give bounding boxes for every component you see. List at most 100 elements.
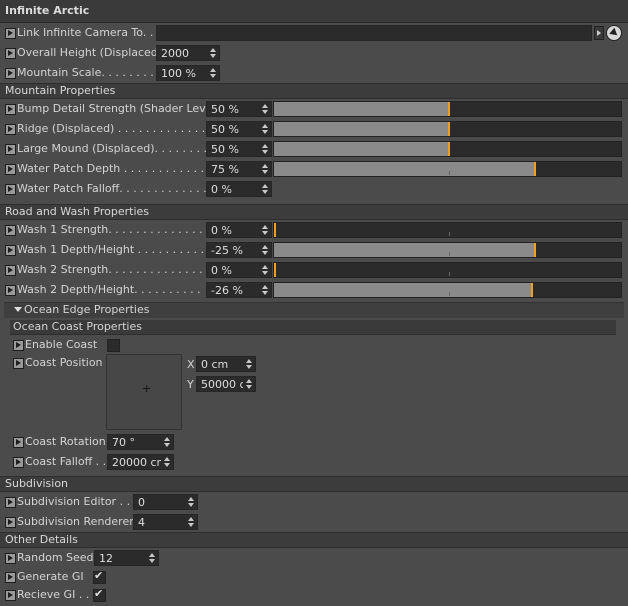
mountain-row: Bump Detail Strength (Shader Level) 50 % [0,100,628,118]
generate-gi-checkbox[interactable] [93,569,106,584]
recieve-gi-checkbox[interactable] [93,587,106,602]
spin-arrows-icon[interactable] [210,48,216,58]
coast-y-field[interactable]: 50000 cm [196,376,256,392]
animate-key-icon[interactable] [5,265,16,276]
overall-height-label: Overall Height (Displaced) [17,46,163,59]
animate-key-icon[interactable] [5,285,16,296]
animate-key-icon[interactable] [13,437,24,448]
mountain-value-field[interactable]: 50 % [206,141,272,157]
spin-arrows-icon[interactable] [164,457,170,467]
coast-x-field[interactable]: 0 cm [196,356,256,372]
spin-arrows-icon[interactable] [164,437,170,447]
ocean-edge-group-header[interactable]: Ocean Edge Properties [4,302,624,318]
road-row: Wash 2 Depth/Height. . . . . . . . . . -2… [0,281,628,299]
slider-handle[interactable] [448,142,450,156]
slider-handle[interactable] [534,162,536,176]
spin-arrows-icon[interactable] [262,104,268,114]
animate-key-icon[interactable] [5,225,16,236]
overall-height-row: Overall Height (Displaced) 2000 [0,44,628,62]
coast-falloff-field[interactable]: 20000 cm [107,454,174,470]
animate-key-icon[interactable] [13,340,24,351]
road-slider[interactable] [273,262,622,278]
mountain-slider[interactable] [273,101,622,117]
spin-arrows-icon[interactable] [262,184,268,194]
road-slider[interactable] [273,282,622,298]
animate-key-icon[interactable] [5,572,16,583]
animate-key-icon[interactable] [5,245,16,256]
mountain-slider[interactable] [273,141,622,157]
coast-rotation-field[interactable]: 70 ° [107,434,174,450]
spin-arrows-icon[interactable] [262,285,268,295]
mountain-value-field[interactable]: 50 % [206,101,272,117]
spin-arrows-icon[interactable] [188,517,194,527]
slider-midpoint-tick [449,232,450,236]
section-mountain-properties: Mountain Properties [0,83,628,99]
recieve-gi-label: Recieve GI . . . [17,588,97,601]
spin-arrows-icon[interactable] [149,553,155,563]
mountain-slider[interactable] [273,121,622,137]
link-camera-label: Link Infinite Camera To. . . [17,26,161,39]
animate-key-icon[interactable] [5,553,16,564]
enable-coast-checkbox[interactable] [107,339,120,352]
animate-key-icon[interactable] [5,164,16,175]
spin-arrows-icon[interactable] [246,359,252,369]
mountain-value-field[interactable]: 75 % [206,161,272,177]
spin-arrows-icon[interactable] [262,265,268,275]
link-menu-arrow-button[interactable] [594,26,604,40]
subdivision-renderer-field[interactable]: 4 [133,514,198,530]
slider-handle[interactable] [274,223,276,237]
slider-handle[interactable] [531,283,533,297]
road-value-field[interactable]: -26 % [206,282,272,298]
coast-rotation-label: Coast Rotation [25,435,106,448]
animate-key-icon[interactable] [5,124,16,135]
spin-arrows-icon[interactable] [262,225,268,235]
animate-key-icon[interactable] [13,457,24,468]
subdivision-editor-field[interactable]: 0 [133,494,198,510]
road-slider[interactable] [273,222,622,238]
enable-coast-label: Enable Coast [25,338,98,351]
slider-handle[interactable] [274,263,276,277]
spin-arrows-icon[interactable] [188,497,194,507]
overall-height-field[interactable]: 2000 [156,45,220,61]
animate-key-icon[interactable] [5,144,16,155]
slider-handle[interactable] [448,122,450,136]
road-slider[interactable] [273,242,622,258]
spin-arrows-icon[interactable] [262,164,268,174]
animate-key-icon[interactable] [5,517,16,528]
pick-object-button[interactable] [606,25,622,41]
animate-key-icon[interactable] [5,28,16,39]
animate-key-icon[interactable] [5,590,16,601]
animate-key-icon[interactable] [5,497,16,508]
mountain-slider[interactable] [273,161,622,177]
animate-key-icon[interactable] [5,184,16,195]
mountain-label: Water Patch Depth . . . . . . . . . . . … [17,162,212,175]
animate-key-icon[interactable] [13,358,24,369]
road-value-field[interactable]: 0 % [206,262,272,278]
animate-key-icon[interactable] [5,104,16,115]
slider-fill [274,142,448,156]
mountain-value-field[interactable]: 0 % [206,181,272,197]
road-label: Wash 1 Strength. . . . . . . . . . . . .… [17,223,210,236]
position-marker: + [142,382,152,395]
spin-arrows-icon[interactable] [262,144,268,154]
link-camera-field[interactable] [156,25,592,41]
animate-key-icon[interactable] [5,68,16,79]
section-subdivision: Subdivision [0,476,628,492]
spin-arrows-icon[interactable] [246,379,252,389]
chevron-right-icon [597,30,601,36]
coast-position-row: Coast Position [0,354,628,372]
road-value-field[interactable]: 0 % [206,222,272,238]
road-value-field[interactable]: -25 % [206,242,272,258]
spin-arrows-icon[interactable] [262,245,268,255]
animate-key-icon[interactable] [5,48,16,59]
random-seed-field[interactable]: 12 [94,550,159,566]
coast-rotation-row: Coast Rotation 70 ° [0,433,628,451]
mountain-value-field[interactable]: 50 % [206,121,272,137]
mountain-scale-field[interactable]: 100 % [156,65,220,81]
ocean-coast-subheader: Ocean Coast Properties [10,320,616,335]
coast-position-pad[interactable]: + [106,354,182,430]
slider-handle[interactable] [534,243,536,257]
slider-handle[interactable] [448,102,450,116]
spin-arrows-icon[interactable] [210,68,216,78]
spin-arrows-icon[interactable] [262,124,268,134]
